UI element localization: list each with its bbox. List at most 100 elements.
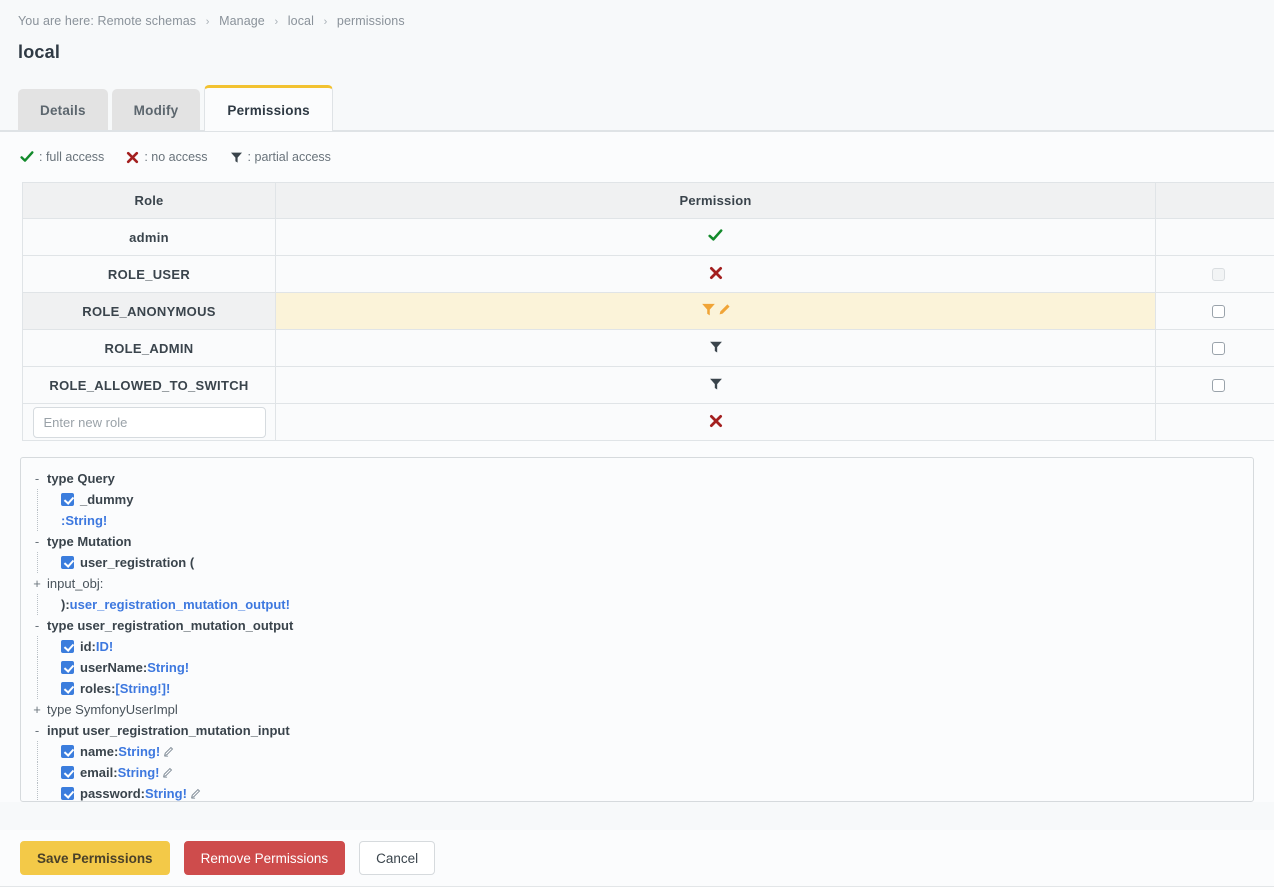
legend-partial-access-label: : partial access — [247, 150, 331, 164]
tab-permissions[interactable]: Permissions — [204, 85, 333, 131]
tree-guide-line — [31, 636, 45, 657]
schema-node-label: type user_registration_mutation_output — [47, 618, 294, 633]
schema-tree-row: ): user_registration_mutation_output! — [31, 594, 1253, 615]
filter-icon — [709, 340, 723, 354]
page-root: You are here: Remote schemas › Manage › … — [0, 0, 1274, 887]
role-name-cell: ROLE_ANONYMOUS — [22, 292, 276, 330]
delete-cell — [1155, 218, 1274, 256]
breadcrumb-item-local[interactable]: local — [288, 14, 314, 28]
tab-permissions-label: Permissions — [227, 103, 310, 118]
tree-guide-line — [31, 762, 45, 783]
table-row: ROLE_ALLOWED_TO_SWITCH — [22, 366, 1274, 404]
field-permission-checkbox[interactable] — [61, 787, 74, 800]
cross-icon — [126, 151, 139, 164]
tab-details[interactable]: Details — [18, 89, 108, 131]
schema-node-label: ): — [61, 597, 70, 612]
tree-guide-line — [31, 678, 45, 699]
permission-cell[interactable] — [275, 292, 1156, 330]
delete-role-checkbox[interactable] — [1212, 341, 1225, 355]
schema-node-label: type SymfonyUserImpl — [47, 702, 178, 717]
breadcrumb: You are here: Remote schemas › Manage › … — [0, 0, 1274, 28]
tab-details-label: Details — [40, 102, 86, 118]
field-permission-checkbox[interactable] — [61, 640, 74, 653]
delete-cell — [1155, 329, 1274, 367]
schema-tree-row: password: String! — [31, 783, 1253, 801]
delete-role-checkbox[interactable] — [1212, 304, 1225, 318]
schema-type-reference: String! — [118, 744, 161, 759]
field-permission-checkbox[interactable] — [61, 556, 74, 569]
schema-tree-panel: - type Query _dummy:String! - type Mutation u… — [20, 457, 1254, 802]
collapse-toggle-icon[interactable]: - — [31, 468, 43, 489]
breadcrumb-separator: › — [205, 16, 210, 28]
table-row: ROLE_ANONYMOUS — [22, 292, 1274, 330]
field-permission-checkbox[interactable] — [61, 661, 74, 674]
tree-guide-line — [31, 489, 45, 510]
legend-partial-access: : partial access — [230, 150, 331, 164]
delete-cell — [1155, 403, 1274, 441]
schema-tree-row: - type user_registration_mutation_output — [31, 615, 1253, 636]
permission-cell[interactable] — [275, 218, 1156, 256]
breadcrumb-prefix: You are here: — [18, 14, 94, 28]
cross-icon — [709, 266, 723, 280]
schema-type-reference: String! — [145, 786, 187, 801]
save-permissions-button[interactable]: Save Permissions — [20, 841, 170, 875]
delete-cell — [1155, 292, 1274, 330]
delete-cell — [1155, 255, 1274, 293]
edit-pencil-icon[interactable] — [162, 767, 173, 778]
tree-guide-line — [31, 552, 45, 573]
table-row: admin — [22, 218, 1274, 256]
edit-pencil-icon[interactable] — [163, 746, 174, 757]
field-permission-checkbox[interactable] — [61, 745, 74, 758]
tab-modify[interactable]: Modify — [111, 89, 201, 131]
schema-tree-row: - input user_registration_mutation_input — [31, 720, 1253, 741]
role-name-cell: ROLE_ADMIN — [22, 329, 276, 367]
breadcrumb-separator: › — [274, 16, 279, 28]
tab-modify-label: Modify — [133, 102, 179, 118]
table-row: ROLE_ADMIN — [22, 329, 1274, 367]
table-row-new-role — [22, 403, 1274, 441]
breadcrumb-separator: › — [323, 16, 328, 28]
cancel-button[interactable]: Cancel — [359, 841, 436, 875]
role-name-cell: admin — [22, 218, 276, 256]
filter-edit-icon — [701, 302, 731, 317]
schema-tree-row: + type SymfonyUserImpl — [31, 699, 1253, 720]
schema-type-reference: String! — [117, 765, 160, 780]
schema-type-reference: String! — [147, 660, 190, 675]
breadcrumb-item-remote-schemas[interactable]: Remote schemas — [97, 14, 196, 28]
permission-cell[interactable] — [275, 403, 1156, 441]
permission-table-container: Role Permission admin ROLE_USER ROLE_ANO… — [0, 164, 1274, 441]
field-permission-checkbox[interactable] — [61, 682, 74, 695]
permission-cell[interactable] — [275, 329, 1156, 367]
edit-pencil-icon[interactable] — [190, 788, 201, 799]
collapse-toggle-icon[interactable]: - — [31, 531, 43, 552]
field-permission-checkbox[interactable] — [61, 766, 74, 779]
header-permission: Permission — [275, 182, 1156, 219]
expand-toggle-icon[interactable]: + — [31, 699, 43, 720]
expand-toggle-icon[interactable]: + — [31, 573, 43, 594]
tree-guide-line — [31, 741, 45, 762]
remove-permissions-button[interactable]: Remove Permissions — [183, 841, 346, 875]
schema-node-label: type Mutation — [47, 534, 132, 549]
role-name-cell: ROLE_USER — [22, 255, 276, 293]
schema-node-label: input user_registration_mutation_input — [47, 723, 290, 738]
tree-guide-line — [31, 657, 45, 678]
permission-cell[interactable] — [275, 366, 1156, 404]
tab-underline — [0, 130, 1274, 131]
permission-cell[interactable] — [275, 255, 1156, 293]
permission-table: Role Permission admin ROLE_USER ROLE_ANO… — [22, 182, 1274, 441]
collapse-toggle-icon[interactable]: - — [31, 615, 43, 636]
schema-tree-row: - type Mutation — [31, 531, 1253, 552]
schema-tree-row: name: String! — [31, 741, 1253, 762]
schema-tree-row: userName: String! — [31, 657, 1253, 678]
legend-no-access-label: : no access — [144, 150, 208, 164]
schema-type-reference: [String!]! — [115, 681, 171, 696]
new-role-input[interactable] — [32, 406, 266, 438]
tree-guide-line — [31, 594, 45, 615]
tree-guide-line — [31, 510, 45, 531]
delete-role-checkbox[interactable] — [1212, 378, 1225, 392]
schema-tree-row: roles: [String!]! — [31, 678, 1253, 699]
breadcrumb-item-manage[interactable]: Manage — [219, 14, 265, 28]
collapse-toggle-icon[interactable]: - — [31, 720, 43, 741]
field-permission-checkbox[interactable] — [61, 493, 74, 506]
legend-full-access-label: : full access — [39, 150, 105, 164]
